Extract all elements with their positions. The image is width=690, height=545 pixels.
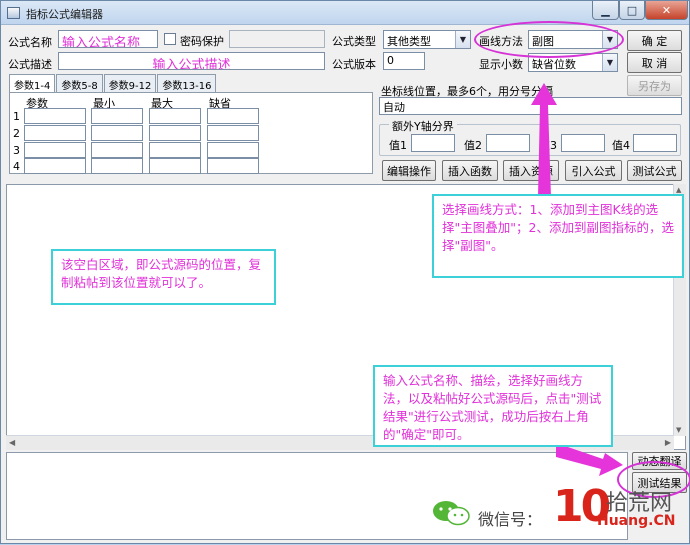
formula-editor-window: 指标公式编辑器 ▁ □ ✕ 公式名称 输入公式名称 密码保护 公式类型 其他类型… — [0, 0, 690, 544]
wechat-icon — [433, 501, 470, 526]
wechat-id-label: 微信号： — [478, 510, 543, 529]
annotation-editor-area: 该空白区域，即公式源码的位置，复制粘帖到该位置就可以了。 — [51, 249, 276, 305]
annotation-steps: 输入公式名称、描绘，选择好画线方法，以及粘帖好公式源码后，点击"测试结果"进行公… — [373, 365, 613, 447]
annotation-draw-method: 选择画线方式：1、添加到主图K线的选择"主图叠加"；2、添加到副图指标的，选择"… — [432, 194, 684, 278]
arrow-to-test-result — [556, 443, 623, 476]
logo-en-text: Huang.CN — [597, 513, 676, 529]
arrow-up-to-draw-method — [531, 83, 557, 197]
